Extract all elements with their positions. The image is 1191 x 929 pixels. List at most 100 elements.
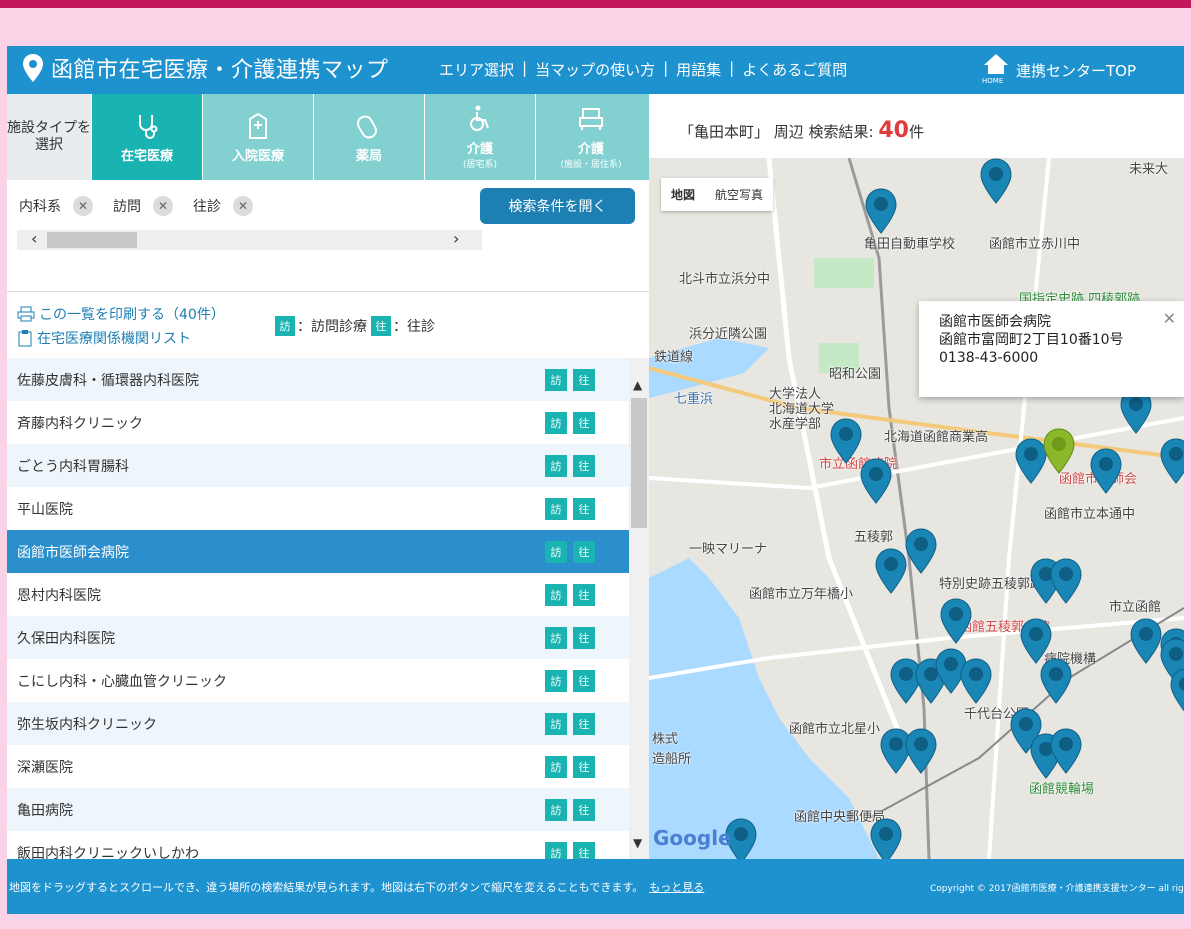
facility-name: こにし内科・心臓血管クリニック: [17, 673, 227, 690]
visit-badge: 訪: [545, 540, 567, 563]
map-pin-marker[interactable]: [869, 818, 903, 859]
home-button[interactable]: HOME 連携センターTOP: [982, 46, 1172, 94]
copyright: Copyright © 2017函館市医療・介護連携支援センター all rig…: [930, 884, 1184, 894]
footer-text: 地図をドラッグするとスクロールでき、違う場所の検索結果が見られます。地図は右下の…: [9, 881, 644, 894]
nav-faq[interactable]: よくあるご質問: [742, 59, 847, 80]
info-address: 函館市富岡町2丁目10番10号: [939, 332, 1124, 349]
map-pin-icon: [23, 54, 43, 82]
list-item[interactable]: 平山医院 訪往: [7, 487, 629, 530]
related-institutions-link[interactable]: 在宅医療関係機関リスト: [17, 328, 191, 348]
google-logo: Google: [653, 826, 732, 850]
facility-name: 函館市医師会病院: [17, 544, 129, 561]
scrollbar-thumb[interactable]: [631, 398, 647, 528]
tab-home-care[interactable]: 在宅医療: [91, 94, 202, 180]
facility-name: 深瀬医院: [17, 759, 73, 776]
map-type-map[interactable]: 地図: [661, 178, 705, 211]
remove-chip-icon[interactable]: ✕: [233, 196, 253, 216]
visit-badge: 訪: [545, 841, 567, 859]
scroll-down-icon[interactable]: ▼: [633, 836, 642, 850]
list-item[interactable]: 恩村内科医院 訪往: [7, 573, 629, 616]
map-pin-marker[interactable]: [874, 548, 908, 594]
map-pin-marker[interactable]: [1049, 558, 1083, 604]
tab-inpatient[interactable]: 入院医療: [202, 94, 313, 180]
map-pin-marker[interactable]: [829, 418, 863, 464]
map-label: 七重浜: [674, 392, 714, 407]
list-item[interactable]: ごとう内科胃腸科 訪往: [7, 444, 629, 487]
tab-label: 介護: [466, 142, 493, 157]
map-pin-marker[interactable]: [859, 458, 893, 504]
map-pin-marker[interactable]: [939, 598, 973, 644]
nav-separator: |: [522, 59, 528, 77]
tab-sublabel: (居宅系): [462, 160, 498, 170]
tab-label: 薬局: [355, 148, 382, 164]
list-item[interactable]: 弥生坂内科クリニック 訪往: [7, 702, 629, 745]
map-pin-marker[interactable]: [1039, 658, 1073, 704]
nav-separator: |: [663, 59, 669, 77]
map-pin-marker[interactable]: [904, 728, 938, 774]
read-more-link[interactable]: もっと見る: [649, 881, 704, 894]
tab-care-home[interactable]: 介護 (居宅系): [424, 94, 535, 180]
filter-chip-label: 内科系: [19, 199, 61, 215]
filter-chip: 内科系 ✕: [19, 196, 93, 216]
map-label: 函館競輪場: [1029, 782, 1095, 797]
right-panel: 「亀田本町」 周辺 検索結果: 40件 地図 航空写真 亀田自動車学校 函館市立…: [649, 94, 1184, 859]
list-item[interactable]: 斉藤内科クリニック 訪往: [7, 401, 629, 444]
map[interactable]: 地図 航空写真 亀田自動車学校 函館市立赤川中 北斗市立浜分中 国指定史跡 四稜郭跡浜…: [649, 158, 1184, 859]
footer: 地図をドラッグするとスクロールでき、違う場所の検索結果が見られます。地図は右下の…: [7, 859, 1184, 914]
list-item[interactable]: 深瀬医院 訪往: [7, 745, 629, 788]
list-item[interactable]: 函館市医師会病院 訪往: [7, 530, 629, 573]
result-count: 40: [878, 118, 909, 143]
map-type-aerial[interactable]: 航空写真: [705, 178, 773, 211]
map-pin-marker[interactable]: [1089, 448, 1123, 494]
map-pin-marker[interactable]: [904, 528, 938, 574]
map-pin-marker[interactable]: [1129, 618, 1163, 664]
scroll-right-icon[interactable]: ›: [453, 229, 459, 248]
map-pin-marker[interactable]: [1049, 728, 1083, 774]
tab-label: 介護: [577, 142, 604, 157]
map-label: 市立函館: [1109, 600, 1162, 615]
close-icon[interactable]: ✕: [1163, 309, 1176, 330]
map-label: 鉄道線: [654, 350, 694, 365]
list-item[interactable]: 飯田内科クリニックいしかわ 訪往: [7, 831, 629, 859]
map-label: 造船所: [652, 752, 692, 767]
scrollbar-thumb[interactable]: [47, 232, 137, 248]
nav-how-to-use[interactable]: 当マップの使い方: [535, 59, 655, 80]
scroll-left-icon[interactable]: ‹: [31, 229, 37, 248]
vertical-scrollbar[interactable]: ▲ ▼: [629, 358, 649, 859]
map-pin-marker[interactable]: [864, 188, 898, 234]
map-pin-marker[interactable]: [1169, 668, 1184, 714]
horizontal-scrollbar[interactable]: ‹ ›: [17, 229, 482, 250]
map-type-control: 地図 航空写真: [661, 178, 774, 211]
list-item[interactable]: 佐藤皮膚科・循環器内科医院 訪往: [7, 358, 629, 401]
visit-badge: 訪: [545, 798, 567, 821]
site-logo[interactable]: 函館市在宅医療・介護連携マップ: [21, 52, 389, 84]
map-pin-marker[interactable]: [959, 658, 993, 704]
list-item[interactable]: 久保田内科医院 訪往: [7, 616, 629, 659]
remove-chip-icon[interactable]: ✕: [73, 196, 93, 216]
home-label: 連携センターTOP: [1016, 61, 1137, 80]
map-label: 一映マリーナ: [689, 542, 768, 557]
nav-glossary[interactable]: 用語集: [676, 59, 721, 80]
list-item[interactable]: 亀田病院 訪往: [7, 788, 629, 831]
nav-area-select[interactable]: エリア選択: [439, 59, 514, 80]
list-item[interactable]: こにし内科・心臓血管クリニック 訪往: [7, 659, 629, 702]
map-pin-selected[interactable]: [1042, 428, 1076, 474]
map-pin-marker[interactable]: [1159, 438, 1184, 484]
map-label: 特別史跡五稜郭跡: [939, 577, 1044, 592]
house-call-badge: 往: [573, 669, 595, 692]
facility-name: 平山医院: [17, 501, 73, 518]
map-pin-marker[interactable]: [979, 158, 1013, 204]
service-badges: 訪往: [545, 841, 595, 859]
scroll-up-icon[interactable]: ▲: [633, 378, 642, 392]
service-badges: 訪往: [545, 411, 595, 434]
facility-name: 飯田内科クリニックいしかわ: [17, 845, 199, 860]
tab-pharmacy[interactable]: 薬局: [313, 94, 424, 180]
print-list-link[interactable]: この一覧を印刷する（40件）: [17, 304, 225, 324]
remove-chip-icon[interactable]: ✕: [153, 196, 173, 216]
tab-care-facility[interactable]: 介護 (施設・居住系): [535, 94, 646, 180]
result-suffix: 件: [908, 123, 924, 141]
service-badges: 訪往: [545, 626, 595, 649]
open-search-conditions-button[interactable]: 検索条件を開く: [480, 188, 635, 224]
legend-house-text: ：往診: [393, 319, 435, 335]
map-label: 昭和公園: [829, 367, 882, 382]
